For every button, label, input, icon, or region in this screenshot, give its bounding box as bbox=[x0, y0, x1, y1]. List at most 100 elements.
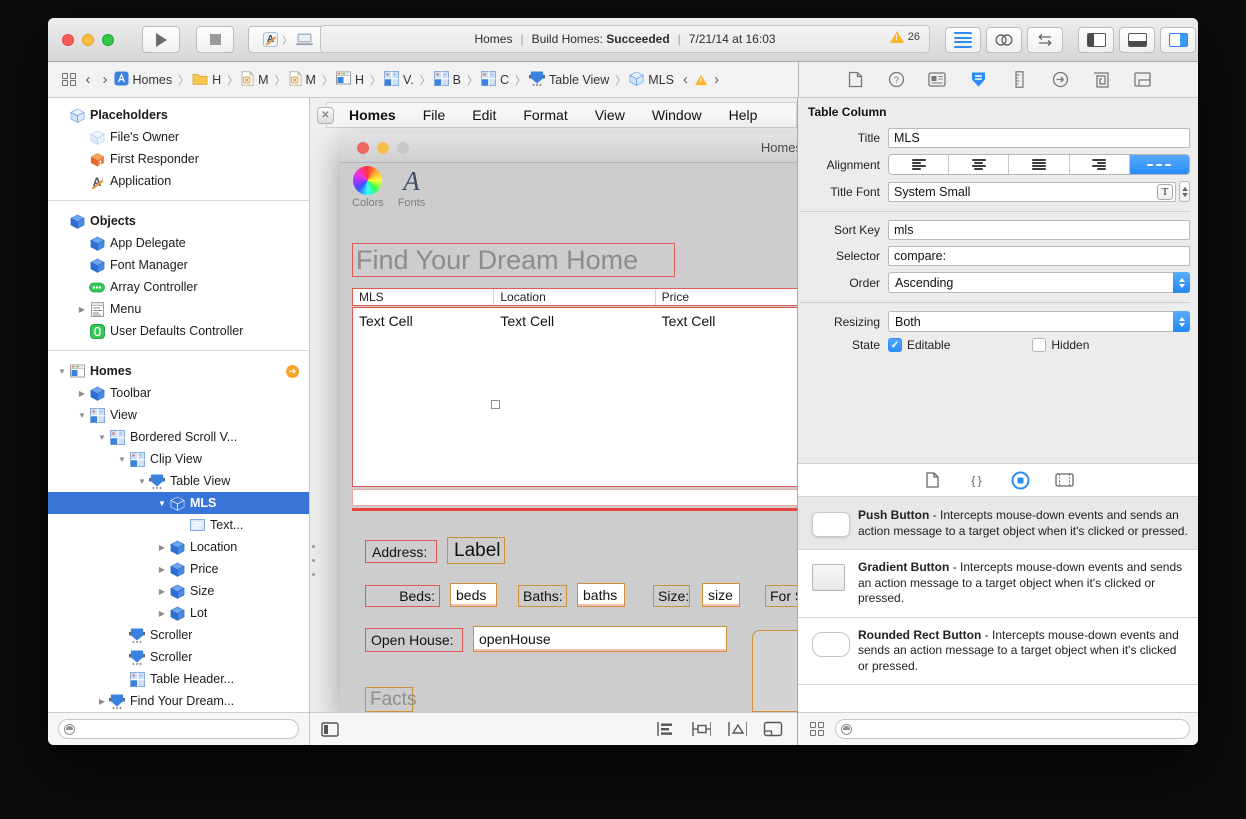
facts-label[interactable]: Facts bbox=[365, 687, 413, 712]
hidden-checkbox[interactable] bbox=[1032, 338, 1046, 352]
outline-item-objects[interactable]: Objects bbox=[48, 210, 309, 232]
media-library-tab[interactable] bbox=[1054, 470, 1074, 490]
library-item-rounded-rect-button[interactable]: Rounded Rect Button - Intercepts mouse-d… bbox=[798, 618, 1198, 686]
outline-item-application[interactable]: AApplication bbox=[48, 170, 309, 192]
font-size-stepper[interactable] bbox=[1179, 181, 1190, 202]
code-snippet-library-tab[interactable]: { } bbox=[966, 470, 986, 490]
colors-toolbar-item[interactable]: Colors bbox=[352, 166, 384, 215]
outline-item-lot[interactable]: ▶Lot bbox=[48, 602, 309, 624]
disclosure-triangle-icon[interactable]: ▼ bbox=[56, 367, 68, 376]
file-template-library-tab[interactable] bbox=[922, 470, 942, 490]
next-issue-button[interactable]: › bbox=[714, 72, 719, 87]
attributes-inspector-tab[interactable] bbox=[968, 70, 988, 90]
outline-item-placeholders[interactable]: Placeholders bbox=[48, 104, 309, 126]
breadcrumb-item-homes[interactable]: Homes bbox=[114, 71, 173, 89]
photo-well[interactable] bbox=[752, 630, 798, 712]
font-panel-button[interactable]: T bbox=[1157, 184, 1173, 200]
outline-item-mls[interactable]: ▼MLS bbox=[48, 492, 309, 514]
baths-field[interactable]: baths bbox=[577, 583, 625, 607]
assistant-editor-button[interactable] bbox=[986, 27, 1022, 53]
resizing-popup[interactable]: Both bbox=[888, 311, 1190, 332]
disclosure-triangle-icon[interactable]: ▶ bbox=[96, 697, 108, 706]
version-editor-button[interactable] bbox=[1027, 27, 1063, 53]
breadcrumb-item-mls[interactable]: MLS bbox=[629, 71, 674, 89]
breadcrumb-item-b[interactable]: B bbox=[434, 71, 461, 89]
table-cell[interactable]: Text Cell bbox=[494, 308, 655, 486]
table-header[interactable]: MLSLocationPrice bbox=[352, 288, 798, 306]
resizing-behavior-button[interactable] bbox=[763, 719, 783, 739]
view-effects-inspector-tab[interactable] bbox=[1132, 70, 1152, 90]
close-button[interactable] bbox=[62, 34, 74, 46]
scheme-selector[interactable]: A 〉 bbox=[248, 26, 328, 53]
breadcrumb-item-table-view[interactable]: Table View bbox=[529, 70, 609, 89]
alignment-segment-right[interactable] bbox=[1070, 155, 1130, 174]
menu-close-icon[interactable]: ✕ bbox=[317, 107, 334, 124]
disclosure-triangle-icon[interactable]: ▶ bbox=[156, 609, 168, 618]
menu-item-window[interactable]: Window bbox=[652, 107, 702, 123]
outline-item-view[interactable]: ▼View bbox=[48, 404, 309, 426]
library-filter-field[interactable] bbox=[835, 719, 1191, 739]
disclosure-triangle-icon[interactable]: ▶ bbox=[76, 305, 88, 314]
outline-filter-field[interactable] bbox=[58, 719, 299, 739]
outline-item-user-defaults-controller[interactable]: User Defaults Controller bbox=[48, 320, 309, 342]
breadcrumb-item-v-[interactable]: V. bbox=[384, 71, 414, 89]
table-column-header[interactable]: Price bbox=[656, 289, 798, 305]
alignment-segment-natural[interactable] bbox=[1130, 155, 1189, 174]
breadcrumb-item-h[interactable]: H bbox=[192, 72, 221, 88]
back-button[interactable]: ‹ bbox=[86, 72, 91, 87]
designed-window[interactable]: Homes Colors A Fonts Find Your Dream Hom… bbox=[340, 133, 798, 712]
disclosure-triangle-icon[interactable]: ▼ bbox=[76, 411, 88, 420]
bindings-inspector-tab[interactable] bbox=[1091, 70, 1111, 90]
table-cell[interactable]: Text Cell bbox=[353, 308, 494, 486]
sort-key-field[interactable]: mls bbox=[888, 220, 1190, 240]
designed-table-view[interactable]: MLSLocationPrice Text CellText CellText … bbox=[352, 288, 798, 513]
breadcrumb-item-m[interactable]: M bbox=[289, 71, 316, 89]
library-item-push-button[interactable]: Push Button - Intercepts mouse-down even… bbox=[798, 498, 1198, 550]
navigator-toggle-button[interactable] bbox=[1078, 27, 1114, 53]
outline-item-menu[interactable]: ▶Menu bbox=[48, 298, 309, 320]
outline-item-table-header-[interactable]: Table Header... bbox=[48, 668, 309, 690]
size-inspector-tab[interactable] bbox=[1009, 70, 1029, 90]
identity-inspector-tab[interactable] bbox=[927, 70, 947, 90]
disclosure-triangle-icon[interactable]: ▶ bbox=[156, 565, 168, 574]
heading-label[interactable]: Find Your Dream Home bbox=[352, 243, 675, 277]
empty-cell-handle[interactable] bbox=[491, 400, 500, 409]
outline-item-font-manager[interactable]: Font Manager bbox=[48, 254, 309, 276]
table-body[interactable]: Text CellText CellText Cell bbox=[352, 307, 798, 487]
table-column-header[interactable]: MLS bbox=[353, 289, 494, 305]
warning-count-badge[interactable]: 26 bbox=[890, 31, 920, 43]
outline-item-location[interactable]: ▶Location bbox=[48, 536, 309, 558]
designed-menu-bar[interactable]: ✕ HomesFileEditFormatViewWindowHelp bbox=[326, 102, 797, 128]
fonts-toolbar-item[interactable]: A Fonts bbox=[398, 166, 426, 215]
connections-inspector-tab[interactable] bbox=[1050, 70, 1070, 90]
outline-item-homes[interactable]: ▼Homes➜ bbox=[48, 360, 309, 382]
quick-help-inspector-tab[interactable]: ? bbox=[886, 70, 906, 90]
zoom-button[interactable] bbox=[102, 34, 114, 46]
breadcrumb-item-h[interactable]: H bbox=[336, 71, 364, 88]
debug-area-toggle-button[interactable] bbox=[1119, 27, 1155, 53]
alignment-segment-left[interactable] bbox=[889, 155, 949, 174]
outline-item-first-responder[interactable]: 1First Responder bbox=[48, 148, 309, 170]
prev-issue-button[interactable]: ‹ bbox=[683, 72, 688, 87]
menu-item-help[interactable]: Help bbox=[729, 107, 758, 123]
minimize-button[interactable] bbox=[82, 34, 94, 46]
baths-label[interactable]: Baths: bbox=[518, 585, 567, 607]
grid-view-icon[interactable] bbox=[810, 722, 824, 736]
beds-field[interactable]: beds bbox=[450, 583, 497, 607]
breadcrumb-item-m[interactable]: M bbox=[241, 71, 268, 89]
size-label[interactable]: Size: bbox=[653, 585, 690, 607]
menu-item-file[interactable]: File bbox=[423, 107, 446, 123]
outline-item-table-view[interactable]: ▼Table View bbox=[48, 470, 309, 492]
outline-item-find-your-dream-[interactable]: ▶Find Your Dream... bbox=[48, 690, 309, 712]
standard-editor-button[interactable] bbox=[945, 27, 981, 53]
outline-item-scroller[interactable]: Scroller bbox=[48, 624, 309, 646]
stop-button[interactable] bbox=[196, 26, 234, 53]
library-item-gradient-button[interactable]: Gradient Button - Intercepts mouse-down … bbox=[798, 550, 1198, 618]
selector-field[interactable]: compare: bbox=[888, 246, 1190, 266]
run-button[interactable] bbox=[142, 26, 180, 53]
address-label[interactable]: Address: bbox=[365, 540, 437, 563]
issue-warning-icon[interactable] bbox=[695, 74, 707, 84]
object-library-tab[interactable] bbox=[1010, 470, 1030, 490]
menu-item-format[interactable]: Format bbox=[523, 107, 567, 123]
file-inspector-tab[interactable] bbox=[845, 70, 865, 90]
